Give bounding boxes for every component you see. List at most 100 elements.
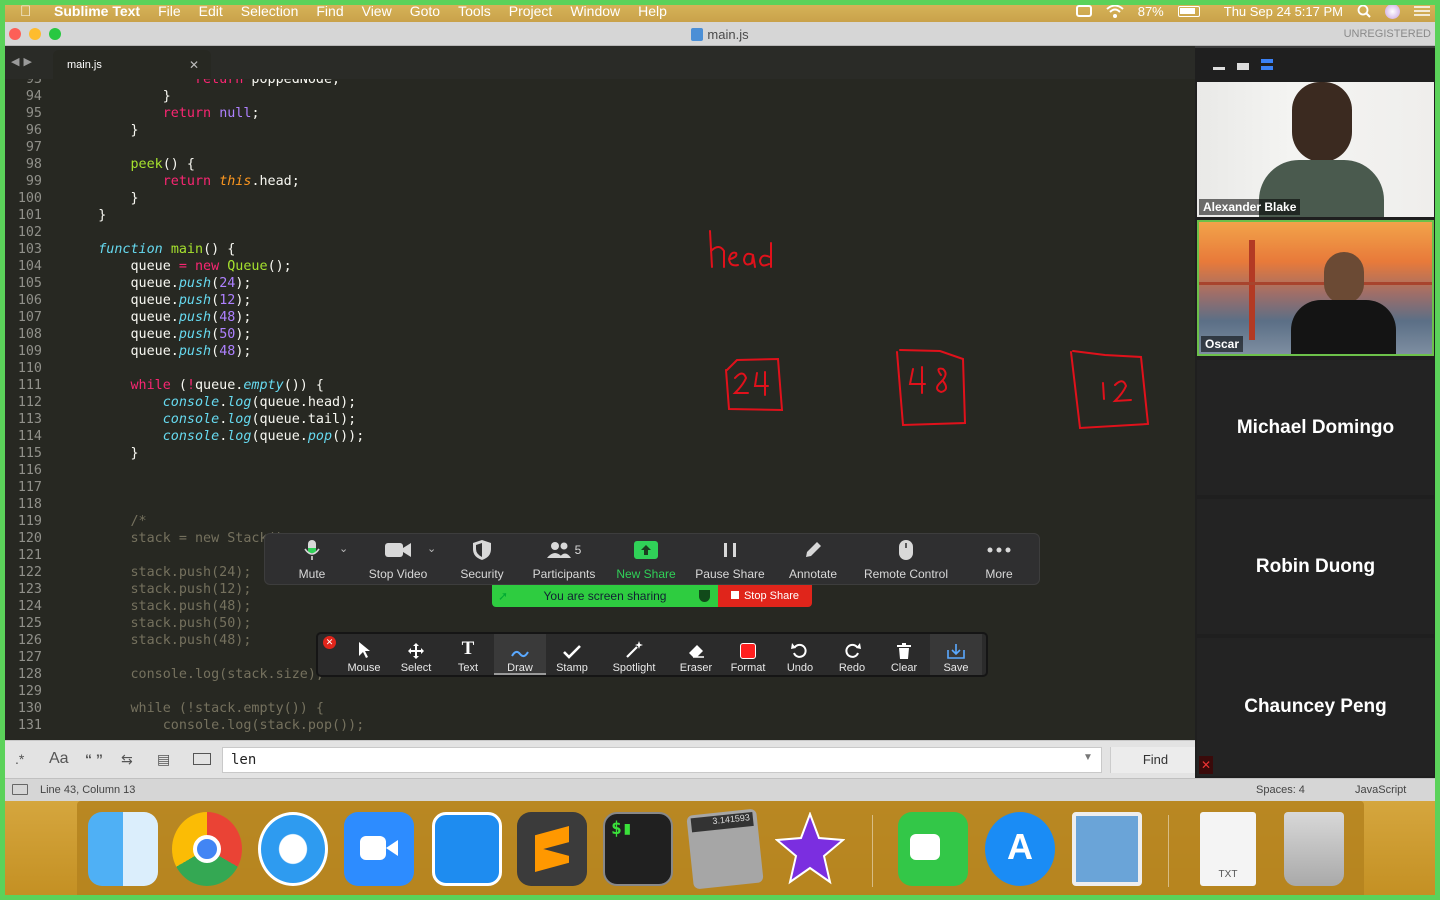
dock-zoom-icon[interactable] bbox=[344, 812, 414, 886]
tool-mouse[interactable]: Mouse bbox=[338, 634, 390, 675]
menu-view[interactable]: View bbox=[362, 3, 392, 19]
dock-safari-icon[interactable] bbox=[258, 812, 328, 886]
menu-window[interactable]: Window bbox=[570, 3, 620, 19]
apple-icon[interactable]:  bbox=[20, 3, 40, 20]
new-share-button[interactable]: New Share bbox=[613, 534, 679, 586]
pause-share-button[interactable]: Pause Share bbox=[691, 534, 769, 586]
console-toggle-icon[interactable] bbox=[12, 784, 28, 795]
dock-app-store-icon[interactable]: A bbox=[985, 812, 1055, 886]
tool-redo[interactable]: Redo bbox=[826, 634, 878, 675]
stop-share-button[interactable]: Stop Share bbox=[718, 585, 812, 607]
mute-button[interactable]: Mute bbox=[287, 534, 337, 586]
annotation-box-48 bbox=[896, 349, 967, 427]
syntax-setting[interactable]: JavaScript bbox=[1355, 784, 1406, 796]
siri-icon[interactable] bbox=[1385, 3, 1400, 19]
tool-stamp[interactable]: Stamp bbox=[546, 634, 598, 675]
zoom-status-icon[interactable] bbox=[1075, 5, 1092, 17]
battery-icon[interactable] bbox=[1177, 5, 1200, 17]
wrap-toggle-icon[interactable]: ⇆ bbox=[121, 751, 133, 768]
menu-tools[interactable]: Tools bbox=[458, 3, 491, 19]
tool-text[interactable]: T Text bbox=[442, 634, 494, 675]
in-selection-toggle-icon[interactable]: ▤ bbox=[157, 751, 170, 768]
tab-nav-arrows[interactable]: ◀▶ bbox=[11, 55, 36, 68]
tool-clear[interactable]: Clear bbox=[878, 634, 930, 675]
shield-check-icon bbox=[699, 590, 710, 602]
dock-xcode-icon[interactable] bbox=[432, 812, 502, 886]
tool-draw[interactable]: Draw bbox=[494, 634, 546, 675]
menu-help[interactable]: Help bbox=[638, 3, 667, 19]
stop-square-icon bbox=[730, 591, 739, 599]
audio-options-chevron-icon[interactable]: ⌄ bbox=[339, 542, 348, 555]
more-button[interactable]: More bbox=[973, 534, 1025, 586]
find-button[interactable]: Find bbox=[1110, 747, 1200, 773]
pencil-icon bbox=[806, 542, 821, 557]
video-tile-michael[interactable]: Michael Domingo bbox=[1197, 360, 1434, 495]
dock-facetime-icon[interactable] bbox=[898, 812, 968, 886]
restore-panel-icon[interactable] bbox=[1237, 63, 1249, 70]
stop-video-button[interactable]: Stop Video bbox=[365, 534, 431, 586]
video-tile-alexander[interactable]: Alexander Blake bbox=[1197, 82, 1434, 217]
dock-txt-file-icon[interactable]: TXT bbox=[1200, 812, 1256, 886]
dock-chrome-icon[interactable] bbox=[172, 812, 242, 886]
txt-label: TXT bbox=[1218, 869, 1238, 880]
unregistered-label: UNREGISTERED bbox=[1343, 28, 1431, 40]
dock-terminal-icon[interactable]: $▮ bbox=[603, 812, 673, 886]
share-screen-icon bbox=[634, 541, 658, 559]
dock-sublime-icon[interactable] bbox=[517, 812, 587, 886]
dock-trash-icon[interactable] bbox=[1284, 812, 1344, 886]
video-tile-oscar[interactable]: Oscar bbox=[1197, 220, 1434, 356]
tool-select[interactable]: Select bbox=[390, 634, 442, 675]
dock-finder-icon[interactable] bbox=[88, 812, 158, 886]
wifi-icon[interactable] bbox=[1106, 4, 1124, 18]
tool-format[interactable]: Format bbox=[722, 634, 774, 675]
close-tab-icon[interactable]: ✕ bbox=[189, 58, 199, 72]
video-tile-chauncey[interactable]: Chauncey Peng ✕ bbox=[1197, 638, 1434, 776]
annotate-button[interactable]: Annotate bbox=[783, 534, 843, 586]
mouse-icon bbox=[899, 540, 913, 560]
menu-bar:  Sublime Text File Edit Selection Find … bbox=[0, 0, 1440, 22]
red-color-swatch-icon bbox=[740, 643, 756, 659]
dock-imovie-icon[interactable] bbox=[774, 811, 846, 886]
menu-edit[interactable]: Edit bbox=[199, 3, 223, 19]
participant-name-michael: Michael Domingo bbox=[1236, 416, 1395, 438]
microphone-icon bbox=[304, 540, 320, 560]
spotlight-search-icon[interactable] bbox=[1357, 4, 1371, 18]
sharing-status[interactable]: ➚ You are screen sharing bbox=[492, 585, 718, 607]
participant-name-alexander: Alexander Blake bbox=[1199, 199, 1301, 215]
annotation-box-12 bbox=[1070, 350, 1150, 430]
tab-main-js[interactable]: main.js ✕ bbox=[53, 50, 211, 79]
tool-spotlight[interactable]: Spotlight bbox=[604, 634, 664, 675]
dock-separator bbox=[872, 815, 873, 887]
tool-undo[interactable]: Undo bbox=[774, 634, 826, 675]
menu-selection[interactable]: Selection bbox=[241, 3, 299, 19]
video-tile-robin[interactable]: Robin Duong bbox=[1197, 499, 1434, 634]
calculator-display: 3.141593 bbox=[690, 811, 754, 833]
whole-word-toggle[interactable]: “ ” bbox=[85, 751, 103, 767]
dock-preview-icon[interactable] bbox=[1072, 812, 1142, 886]
cursor-position[interactable]: Line 43, Column 13 bbox=[40, 784, 135, 796]
video-options-chevron-icon[interactable]: ⌄ bbox=[427, 542, 436, 555]
participant-count: 5 bbox=[574, 543, 582, 557]
tool-save[interactable]: Save bbox=[930, 634, 982, 675]
menu-file[interactable]: File bbox=[158, 3, 181, 19]
tool-eraser[interactable]: Eraser bbox=[670, 634, 722, 675]
menu-project[interactable]: Project bbox=[509, 3, 553, 19]
participants-button[interactable]: 5 Participants bbox=[527, 534, 601, 586]
security-button[interactable]: Security bbox=[453, 534, 511, 586]
find-history-dropdown-icon[interactable]: ▼ bbox=[1083, 752, 1093, 763]
dock-calculator-icon[interactable]: 3.141593 bbox=[686, 808, 764, 890]
remote-control-button[interactable]: Remote Control bbox=[855, 534, 957, 586]
case-sensitive-toggle[interactable]: Aa bbox=[49, 750, 69, 768]
menu-app-name[interactable]: Sublime Text bbox=[54, 3, 140, 19]
close-annotation-icon[interactable]: ✕ bbox=[323, 636, 336, 649]
find-input[interactable]: len bbox=[222, 747, 1102, 773]
view-layout-icon[interactable] bbox=[1261, 59, 1273, 70]
indentation-setting[interactable]: Spaces: 4 bbox=[1256, 784, 1305, 796]
highlight-matches-toggle-icon[interactable] bbox=[193, 753, 211, 765]
regex-toggle[interactable]: .* bbox=[15, 751, 24, 767]
menu-goto[interactable]: Goto bbox=[410, 3, 440, 19]
minimize-panel-icon[interactable] bbox=[1213, 67, 1225, 70]
clock[interactable]: Thu Sep 24 5:17 PM bbox=[1224, 4, 1343, 19]
notification-center-icon[interactable] bbox=[1414, 5, 1430, 17]
menu-find[interactable]: Find bbox=[316, 3, 343, 19]
